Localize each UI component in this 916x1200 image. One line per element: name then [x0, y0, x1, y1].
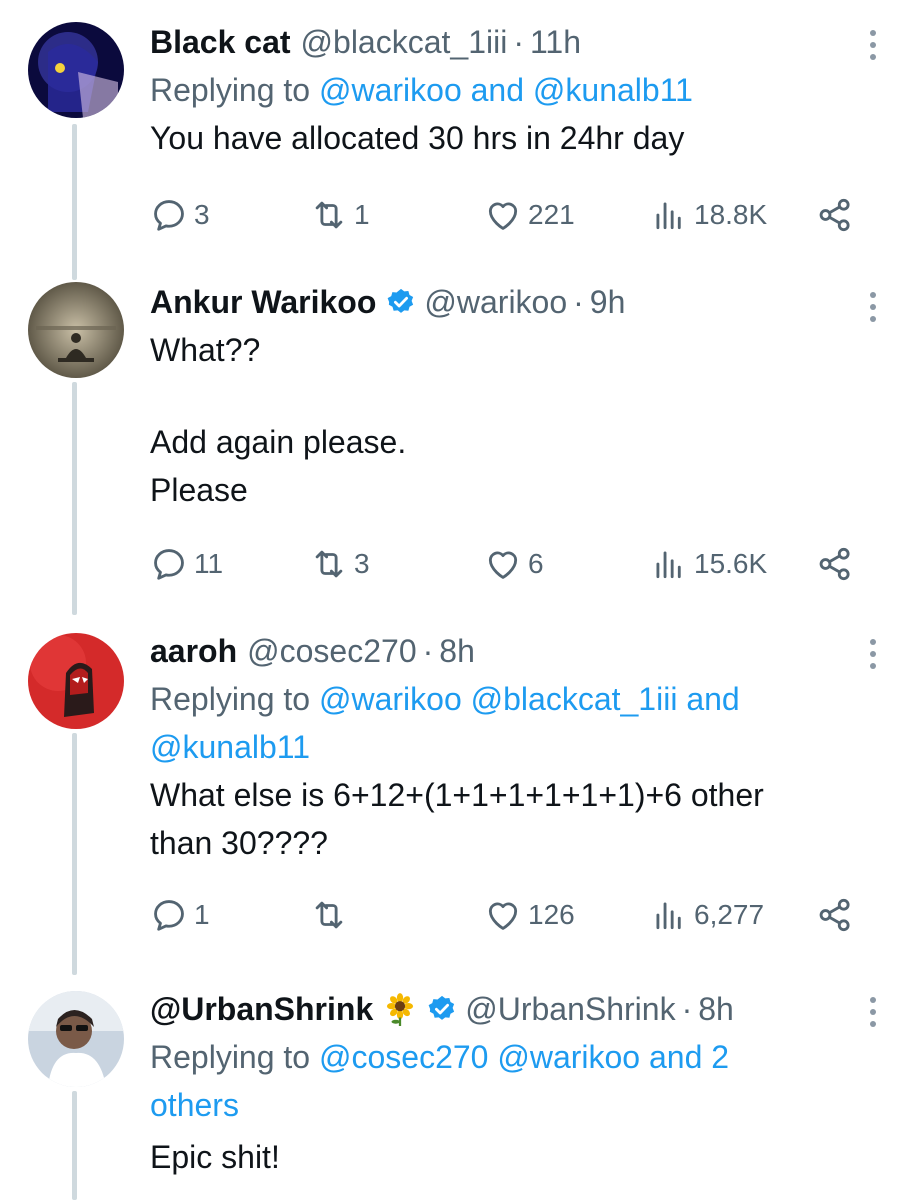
views-button[interactable]: 15.6K: [650, 545, 767, 583]
author-name[interactable]: Ankur Warikoo: [150, 282, 376, 322]
thread-line: [72, 733, 77, 975]
tweet-text: You have allocated 30 hrs in 24hr day: [150, 120, 685, 156]
mention-link[interactable]: @kunalb11: [533, 72, 693, 108]
like-button[interactable]: 221: [484, 196, 575, 234]
avatar[interactable]: [28, 22, 124, 118]
mention-link[interactable]: @cosec270 @warikoo and 2: [319, 1039, 729, 1075]
timestamp[interactable]: 9h: [590, 282, 626, 322]
author-handle[interactable]: @UrbanShrink: [465, 989, 675, 1029]
tweet-urbanshrink[interactable]: @UrbanShrink @UrbanShrink · 8h Replying …: [0, 975, 916, 1200]
avatar[interactable]: [28, 991, 124, 1087]
like-button[interactable]: 126: [484, 896, 575, 934]
author-name[interactable]: aaroh: [150, 631, 237, 671]
timestamp[interactable]: 8h: [439, 631, 475, 671]
retweet-icon: [315, 901, 343, 929]
retweet-button[interactable]: [310, 896, 348, 934]
share-icon: [819, 898, 850, 932]
thread-line: [72, 124, 77, 280]
avatar[interactable]: [28, 633, 124, 729]
retweet-button[interactable]: 3: [310, 545, 370, 583]
timestamp[interactable]: 11h: [530, 22, 581, 62]
avatar[interactable]: [28, 282, 124, 378]
replying-to: Replying to @warikoo @blackcat_1iii and …: [150, 675, 856, 771]
more-options-icon[interactable]: [868, 997, 878, 1027]
heart-icon: [488, 551, 518, 579]
reply-icon: [154, 900, 184, 931]
sunflower-icon: [387, 993, 414, 1026]
mention-link[interactable]: @kunalb11: [150, 723, 856, 771]
replying-to: Replying to @warikoo and @kunalb11: [150, 72, 693, 108]
author-handle[interactable]: @blackcat_1iii: [301, 22, 508, 62]
mention-link[interactable]: others: [150, 1081, 856, 1129]
tweet-aaroh[interactable]: aaroh @cosec270 · 8h Replying to @wariko…: [0, 615, 916, 975]
views-button[interactable]: 18.8K: [650, 196, 767, 234]
author-handle[interactable]: @cosec270: [247, 631, 416, 671]
tweet-text: Epic shit!: [150, 1139, 280, 1175]
views-icon: [656, 551, 681, 579]
tweet-text: What else is 6+12+(1+1+1+1+1+1)+6 other …: [150, 777, 764, 861]
thread-line: [72, 1091, 77, 1200]
author-name[interactable]: Black cat: [150, 22, 291, 62]
author-handle[interactable]: @warikoo: [424, 282, 567, 322]
views-icon: [656, 202, 681, 230]
timestamp[interactable]: 8h: [698, 989, 734, 1029]
more-options-icon[interactable]: [868, 639, 878, 669]
more-options-icon[interactable]: [868, 292, 878, 322]
verified-badge-icon: [428, 995, 455, 1020]
more-options-icon[interactable]: [868, 30, 878, 60]
reply-button[interactable]: 11: [150, 545, 223, 583]
tweet-text: What?? Add again please. Please: [150, 332, 407, 508]
tweet-warikoo[interactable]: Ankur Warikoo @warikoo · 9h What?? Add a…: [0, 280, 916, 615]
share-button[interactable]: [816, 896, 854, 934]
mention-link[interactable]: @warikoo: [319, 72, 462, 108]
share-icon: [819, 547, 850, 581]
views-icon: [656, 902, 681, 930]
replying-to: Replying to @cosec270 @warikoo and 2 oth…: [150, 1033, 856, 1129]
retweet-icon: [315, 201, 343, 229]
mention-link[interactable]: @warikoo @blackcat_1iii: [319, 681, 677, 717]
views-button[interactable]: 6,277: [650, 896, 764, 934]
thread-line: [72, 382, 77, 615]
share-button[interactable]: [816, 196, 854, 234]
share-icon: [819, 198, 850, 232]
tweet-blackcat[interactable]: Black cat @blackcat_1iii · 11h Replying …: [0, 0, 916, 280]
reply-icon: [154, 200, 184, 231]
retweet-icon: [315, 550, 343, 578]
heart-icon: [488, 202, 518, 230]
reply-icon: [154, 549, 184, 580]
reply-button[interactable]: 3: [150, 196, 210, 234]
author-name[interactable]: @UrbanShrink: [150, 989, 373, 1029]
reply-button[interactable]: 1: [150, 896, 210, 934]
verified-badge-icon: [388, 288, 414, 313]
like-button[interactable]: 6: [484, 545, 544, 583]
share-button[interactable]: [816, 545, 854, 583]
retweet-button[interactable]: 1: [310, 196, 370, 234]
heart-icon: [488, 902, 518, 930]
